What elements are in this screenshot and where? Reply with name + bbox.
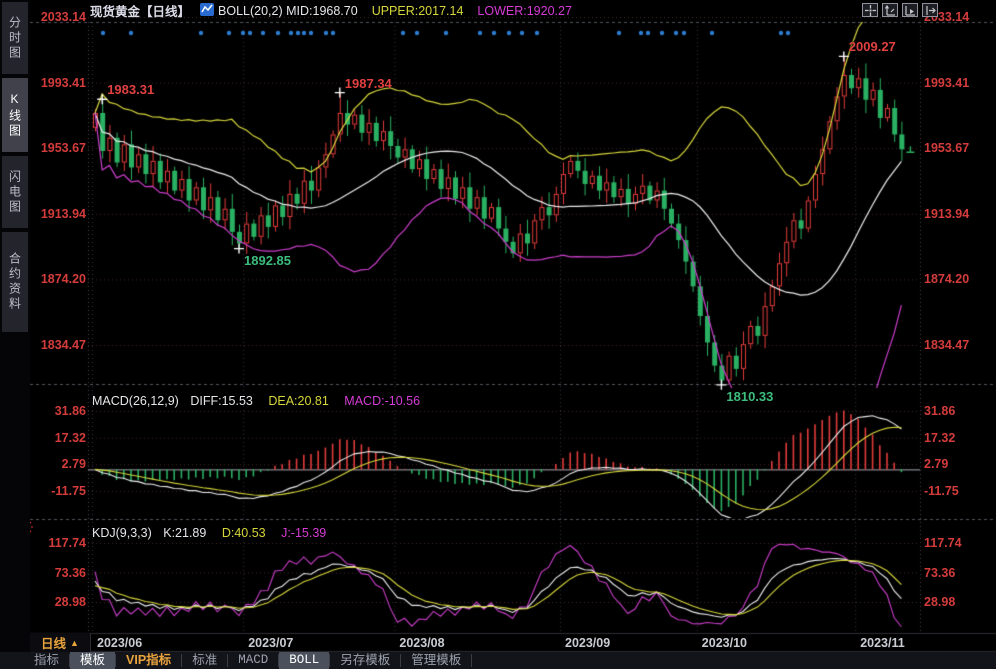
toolbar-item-8[interactable]: 管理模板: [401, 652, 471, 669]
boll-mid-label: BOLL(20,2) MID:1968.70: [218, 4, 358, 18]
macd-axis-label-left: -11.75: [28, 484, 86, 498]
bottom-toolbar: 指标模板VIP指标标准MACDBOLL另存模板管理模板: [0, 652, 996, 669]
macd-axis-label-right: 2.79: [924, 457, 948, 471]
sidebar: 分时图 K线图闪电图合约资料: [0, 0, 30, 669]
macd-diff-value: DIFF:15.53: [190, 394, 253, 408]
sidebar-item-1[interactable]: 分时图: [2, 2, 28, 74]
toolbar-item-7[interactable]: 另存模板: [330, 652, 400, 669]
kdj-axis-label-right: 73.36: [924, 566, 955, 580]
toolbar-item-5[interactable]: MACD: [228, 652, 278, 669]
price-axis-label-right: 1953.67: [924, 141, 969, 155]
price-axis-label-right: 1834.47: [924, 338, 969, 352]
kdj-j-value: J:-15.39: [281, 526, 326, 540]
kline-chart-canvas[interactable]: [0, 0, 996, 669]
scale-horizontal-tool-button[interactable]: [902, 3, 918, 17]
kdj-pane-header: KDJ(9,3,3) K:21.89 D:40.53 J:-15.39: [92, 526, 326, 540]
macd-axis-label-left: 17.32: [28, 431, 86, 445]
kdj-axis-label-right: 28.98: [924, 595, 955, 609]
line-chart-icon: [200, 3, 214, 19]
x-axis-date-label: 2023/09: [565, 636, 610, 650]
x-axis-date-label: 2023/06: [97, 636, 142, 650]
x-axis-date-label: 2023/10: [702, 636, 747, 650]
kdj-axis-label-right: 117.74: [924, 536, 962, 550]
toolbar-item-1[interactable]: 指标: [24, 652, 69, 669]
kdj-axis-label-left: 73.36: [28, 566, 86, 580]
price-annotation: 1987.34: [345, 76, 392, 91]
toolbar-item-4[interactable]: 标准: [182, 652, 227, 669]
toolbar-item-2[interactable]: 模板: [70, 652, 115, 669]
symbol-title: 现货黄金【日线】: [90, 1, 190, 20]
price-axis-label-right: 1993.41: [924, 76, 969, 90]
boll-lower-label: LOWER:1920.27: [477, 4, 572, 18]
price-axis-label-left: 1993.41: [28, 76, 86, 90]
macd-pane-header: MACD(26,12,9) DIFF:15.53 DEA:20.81 MACD:…: [92, 394, 420, 408]
price-annotation: 1892.85: [244, 253, 291, 268]
macd-macd-value: MACD:-10.56: [344, 394, 420, 408]
price-axis-label-left: 1874.20: [28, 272, 86, 286]
macd-dea-value: DEA:20.81: [268, 394, 328, 408]
chart-header: 现货黄金【日线】 BOLL(20,2) MID:1968.70 UPPER:20…: [30, 0, 996, 21]
macd-axis-label-right: 31.86: [924, 404, 955, 418]
price-annotation: 1983.31: [107, 82, 154, 97]
price-axis-label-left: 1913.94: [28, 207, 86, 221]
boll-upper-label: UPPER:2017.14: [372, 4, 464, 18]
sidebar-item-4[interactable]: 合约资料: [2, 232, 28, 332]
toolbar-item-3[interactable]: VIP指标: [116, 652, 181, 669]
macd-axis-label-right: 17.32: [924, 431, 955, 445]
toolbar-item-6[interactable]: BOLL: [279, 652, 329, 669]
header-toolbar: [862, 3, 938, 17]
x-axis-date-label: 2023/08: [399, 636, 444, 650]
crosshair-tool-button[interactable]: [862, 3, 878, 17]
macd-axis-label-right: -11.75: [924, 484, 959, 498]
kdj-title: KDJ(9,3,3): [92, 526, 152, 540]
exit-chart-button[interactable]: [922, 3, 938, 17]
period-label: 日线: [41, 633, 66, 652]
kdj-axis-label-left: 28.98: [28, 595, 86, 609]
sidebar-item-3[interactable]: 闪电图: [2, 156, 28, 228]
kdj-k-value: K:21.89: [163, 526, 206, 540]
price-axis-label-right: 1913.94: [924, 207, 969, 221]
kdj-axis-label-left: 117.74: [28, 536, 86, 550]
trading-terminal: 分时图 K线图闪电图合约资料 现货黄金【日线】 BOLL(20,2) MID:19…: [0, 0, 996, 669]
toolbar-separator: [471, 654, 472, 667]
x-axis-date-label: 2023/07: [248, 636, 293, 650]
price-annotation: 1810.33: [726, 389, 773, 404]
macd-axis-label-left: 31.86: [28, 404, 86, 418]
kdj-d-value: D:40.53: [222, 526, 266, 540]
x-axis-date-label: 2023/11: [860, 636, 905, 650]
period-selector[interactable]: 日线 ▲: [30, 633, 91, 652]
sidebar-item-2[interactable]: K线图: [2, 78, 28, 152]
period-arrow-icon: ▲: [70, 638, 79, 648]
macd-title: MACD(26,12,9): [92, 394, 179, 408]
price-axis-label-right: 1874.20: [924, 272, 969, 286]
price-annotation: 2009.27: [849, 39, 896, 54]
scale-vertical-tool-button[interactable]: [882, 3, 898, 17]
price-axis-label-left: 1953.67: [28, 141, 86, 155]
macd-axis-label-left: 2.79: [28, 457, 86, 471]
price-axis-label-left: 1834.47: [28, 338, 86, 352]
